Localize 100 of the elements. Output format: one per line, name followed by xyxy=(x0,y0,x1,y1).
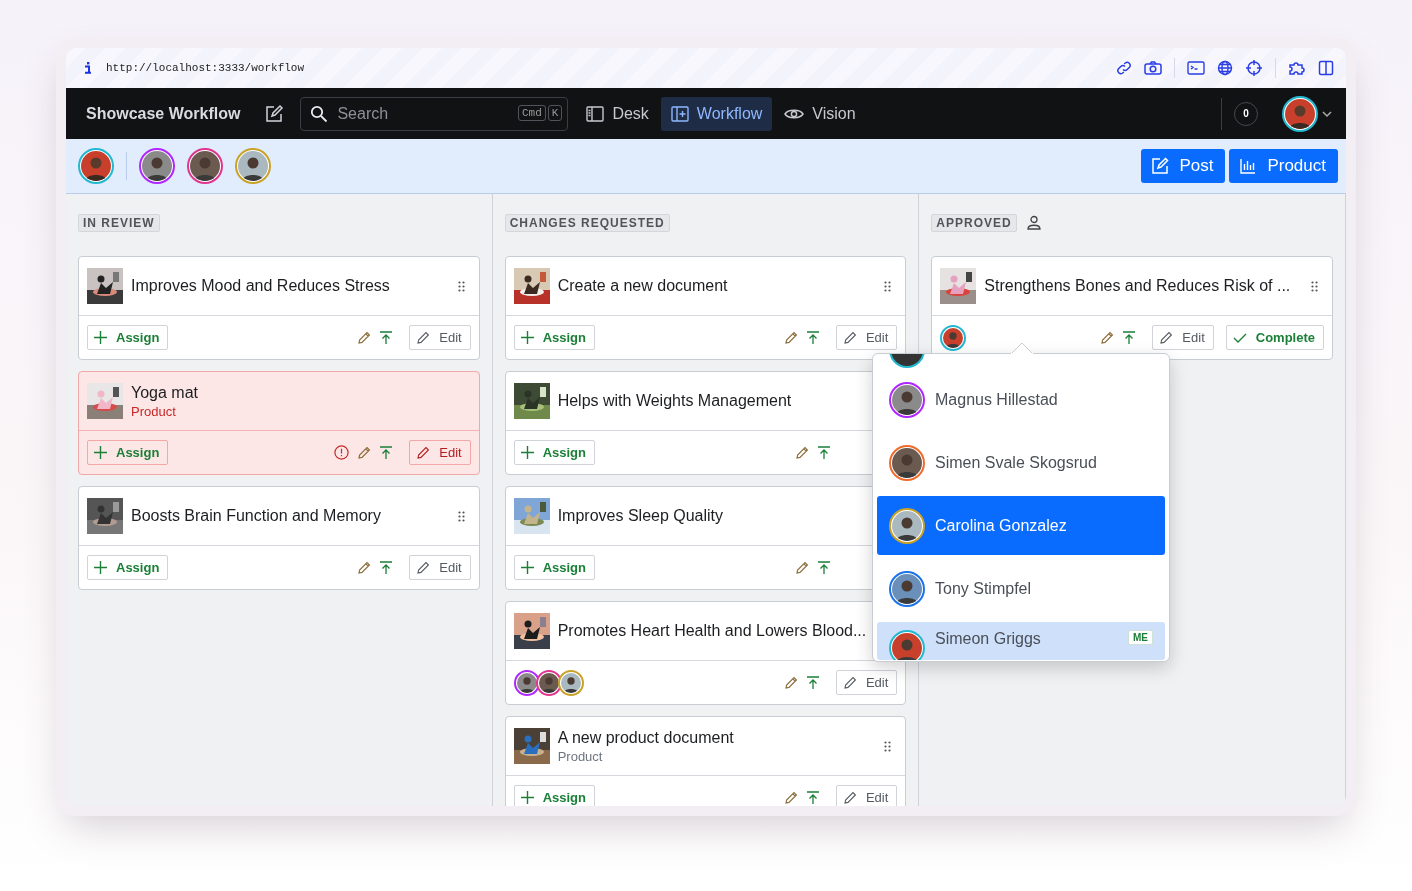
publish-icon[interactable] xyxy=(379,445,394,460)
document-card[interactable]: Strengthens Bones and Reduces Risk of ... Edit Complete xyxy=(931,256,1333,360)
pencil-icon xyxy=(416,560,431,575)
plus-icon xyxy=(94,446,107,459)
document-card[interactable]: Improves Mood and Reduces Stress Assign Edit xyxy=(78,256,480,360)
plus-icon xyxy=(94,331,107,344)
assign-button[interactable]: Assign xyxy=(87,440,169,465)
drag-handle-icon[interactable] xyxy=(457,280,465,292)
edit-button[interactable]: Edit xyxy=(835,325,898,350)
drag-handle-icon[interactable] xyxy=(457,510,465,522)
nav-tab[interactable]: Workflow xyxy=(660,96,773,131)
document-card[interactable]: Create a new document Assign Edit xyxy=(504,256,907,360)
pencil-icon[interactable] xyxy=(795,560,810,575)
assign-button[interactable]: Assign xyxy=(513,440,595,465)
url-text[interactable]: http://localhost:3333/workflow xyxy=(106,62,305,74)
publish-icon[interactable] xyxy=(817,560,832,575)
publish-icon[interactable] xyxy=(1122,330,1137,345)
card-title: Helps with Weights Management xyxy=(557,392,793,410)
camera-icon[interactable] xyxy=(1144,60,1162,76)
bar-chart-icon xyxy=(1239,157,1258,175)
pencil-icon xyxy=(842,675,857,690)
edit-button[interactable]: Edit xyxy=(409,440,471,465)
edit-button[interactable]: Edit xyxy=(409,555,471,580)
app-title[interactable]: Showcase Workflow xyxy=(86,104,241,123)
person-option[interactable]: Simeon Griggs ME xyxy=(877,622,1165,660)
product-button[interactable]: Product xyxy=(1229,149,1338,183)
pencil-icon xyxy=(1159,330,1174,345)
card-title: Improves Mood and Reduces Stress xyxy=(131,277,391,295)
plus-icon xyxy=(520,331,534,344)
publish-icon[interactable] xyxy=(817,445,832,460)
assign-button[interactable]: Assign xyxy=(87,555,169,580)
document-card[interactable]: A new product document Product Assign Edit xyxy=(504,716,907,806)
avatar[interactable] xyxy=(535,669,562,696)
document-card[interactable]: Yoga mat Product Assign Edit xyxy=(78,371,480,475)
edit-icon[interactable] xyxy=(264,103,285,124)
card-title: Boosts Brain Function and Memory xyxy=(131,507,382,525)
pencil-icon[interactable] xyxy=(783,790,798,805)
puzzle-icon[interactable] xyxy=(1288,60,1306,76)
document-card[interactable]: Promotes Heart Health and Lowers Blood... Edit xyxy=(504,601,907,705)
caret-icon[interactable] xyxy=(1322,109,1332,118)
plus-icon xyxy=(520,791,534,804)
pencil-icon[interactable] xyxy=(357,445,372,460)
drag-handle-icon[interactable] xyxy=(1311,280,1318,292)
edit-button[interactable]: Edit xyxy=(409,325,471,350)
user-avatar[interactable] xyxy=(1282,95,1318,132)
crosshair-icon[interactable] xyxy=(1245,59,1263,77)
avatar[interactable] xyxy=(139,148,175,184)
card-title: A new product document xyxy=(557,728,735,747)
edit-button[interactable]: Edit xyxy=(1152,325,1214,350)
pencil-icon[interactable] xyxy=(783,330,798,345)
terminal-icon[interactable] xyxy=(1187,60,1205,76)
pencil-icon xyxy=(416,330,431,345)
pencil-icon[interactable] xyxy=(357,560,372,575)
edit-button[interactable]: Edit xyxy=(835,670,898,695)
info-icon[interactable] xyxy=(84,62,92,74)
pencil-icon xyxy=(416,445,431,460)
plus-icon xyxy=(520,561,534,574)
panel-icon xyxy=(586,105,605,122)
pencil-icon[interactable] xyxy=(795,445,810,460)
publish-icon[interactable] xyxy=(805,330,820,345)
assign-button[interactable]: Assign xyxy=(513,325,595,350)
drag-handle-icon[interactable] xyxy=(884,280,892,292)
globe-icon[interactable] xyxy=(1217,60,1233,76)
plus-box-icon xyxy=(670,105,689,122)
publish-icon[interactable] xyxy=(805,675,820,690)
link-icon[interactable] xyxy=(1116,60,1132,76)
user-icon[interactable] xyxy=(1026,215,1041,230)
drag-handle-icon[interactable] xyxy=(884,740,892,752)
column-label: CHANGES REQUESTED xyxy=(504,213,670,232)
publish-icon[interactable] xyxy=(379,560,394,575)
pencil-icon[interactable] xyxy=(1100,330,1115,345)
pencil-icon xyxy=(842,330,857,345)
post-button[interactable]: Post xyxy=(1141,149,1226,183)
publish-icon[interactable] xyxy=(379,330,394,345)
assign-button[interactable]: Assign xyxy=(513,785,595,806)
sidebar-icon[interactable] xyxy=(1318,60,1334,76)
person-option[interactable]: Carolina Gonzalez xyxy=(877,496,1165,555)
pencil-icon[interactable] xyxy=(783,675,798,690)
plus-icon xyxy=(520,446,534,459)
complete-button[interactable]: Complete xyxy=(1225,325,1324,350)
key-hint: Cmd xyxy=(518,104,546,121)
avatar[interactable] xyxy=(78,148,114,184)
avatar[interactable] xyxy=(513,669,540,696)
edit-button[interactable]: Edit xyxy=(835,785,898,806)
avatar[interactable] xyxy=(940,324,967,351)
edit-icon xyxy=(1151,157,1170,175)
column-label: IN REVIEW xyxy=(78,213,160,232)
publish-icon[interactable] xyxy=(805,790,820,805)
pencil-icon[interactable] xyxy=(357,330,372,345)
assign-button[interactable]: Assign xyxy=(87,325,169,350)
avatar[interactable] xyxy=(187,148,223,184)
avatar[interactable] xyxy=(557,669,584,696)
nav-tab[interactable]: Desk xyxy=(576,96,659,131)
card-title: Strengthens Bones and Reduces Risk of ... xyxy=(984,277,1292,295)
assign-button[interactable]: Assign xyxy=(513,555,595,580)
card-type: Product xyxy=(557,748,604,764)
nav-tab[interactable]: Vision xyxy=(774,96,866,131)
document-card[interactable]: Boosts Brain Function and Memory Assign Edit xyxy=(78,486,480,590)
avatar[interactable] xyxy=(235,148,271,184)
column-label: APPROVED xyxy=(931,213,1017,232)
